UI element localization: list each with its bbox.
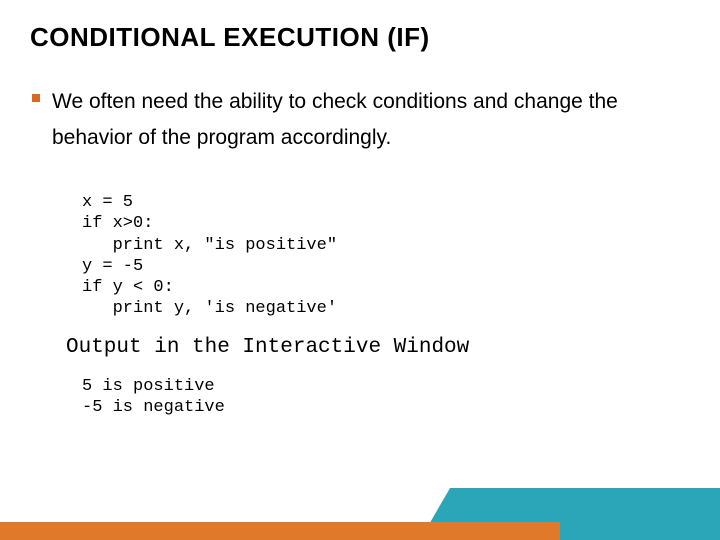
- bullet-item: We often need the ability to check condi…: [32, 84, 662, 155]
- output-label: Output in the Interactive Window: [66, 336, 469, 359]
- output-block: 5 is positive -5 is negative: [82, 376, 225, 419]
- footer-accent-teal-edge: [540, 488, 720, 540]
- bullet-text: We often need the ability to check condi…: [52, 84, 662, 155]
- code-block: x = 5 if x>0: print x, "is positive" y =…: [82, 192, 337, 320]
- footer-accent-orange: [0, 522, 560, 540]
- slide-title: CONDITIONAL EXECUTION (IF): [30, 22, 430, 53]
- bullet-square-icon: [32, 94, 40, 102]
